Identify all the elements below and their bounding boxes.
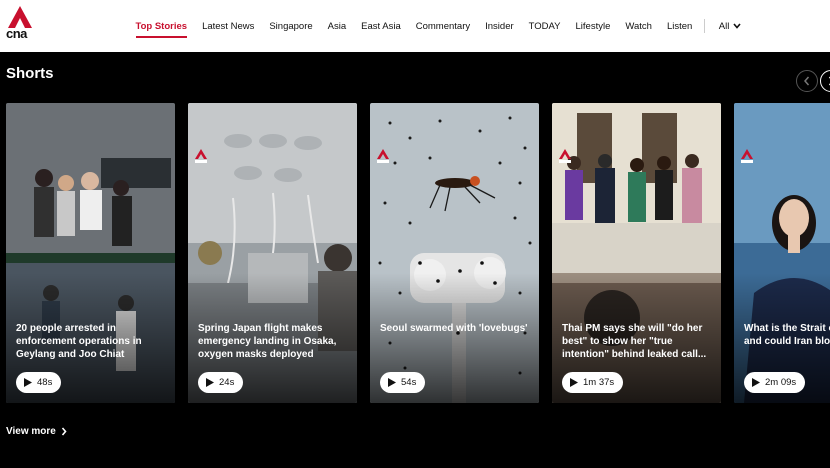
nav-east-asia[interactable]: East Asia xyxy=(361,0,401,52)
cna-logo-icon xyxy=(741,149,753,163)
duration-label: 24s xyxy=(219,377,235,388)
nav-today[interactable]: TODAY xyxy=(529,0,561,52)
play-button[interactable]: 48s xyxy=(16,372,62,393)
play-button[interactable]: 24s xyxy=(198,372,244,393)
nav-latest-news[interactable]: Latest News xyxy=(202,0,254,52)
short-card[interactable]: Thai PM says she will "do her best" to s… xyxy=(552,103,721,403)
nav-all-label: All xyxy=(718,20,730,32)
play-button[interactable]: 1m 37s xyxy=(562,372,624,393)
nav-divider xyxy=(703,19,705,33)
carousel-next-button[interactable] xyxy=(820,70,830,92)
play-icon xyxy=(752,378,760,387)
nav-all-dropdown[interactable]: All xyxy=(719,21,742,32)
duration-label: 54s xyxy=(401,377,417,388)
play-icon xyxy=(570,378,578,387)
nav-top-stories[interactable]: Top Stories xyxy=(135,0,187,52)
nav-commentary[interactable]: Commentary xyxy=(416,0,470,52)
play-icon xyxy=(24,378,32,387)
chevron-left-icon xyxy=(804,76,810,86)
cna-logo-icon xyxy=(195,149,207,163)
nav-lifestyle[interactable]: Lifestyle xyxy=(576,0,611,52)
shorts-carousel: 20 people arrested in enforcement operat… xyxy=(6,103,830,403)
card-title[interactable]: Spring Japan flight makes emergency land… xyxy=(198,322,349,361)
site-header: cna Top Stories Latest News Singapore As… xyxy=(0,0,830,52)
view-more-label: View more xyxy=(6,426,56,437)
carousel-prev-button[interactable] xyxy=(796,70,818,92)
nav-listen[interactable]: Listen xyxy=(667,0,692,52)
cna-logo-icon xyxy=(377,149,389,163)
cna-logo-icon xyxy=(559,149,571,163)
short-card[interactable]: 20 people arrested in enforcement operat… xyxy=(6,103,175,403)
chevron-down-icon xyxy=(733,23,741,29)
play-icon xyxy=(388,378,396,387)
card-title[interactable]: 20 people arrested in enforcement operat… xyxy=(16,322,167,361)
duration-label: 48s xyxy=(37,377,53,388)
nav-insider[interactable]: Insider xyxy=(485,0,514,52)
nav-watch[interactable]: Watch xyxy=(625,0,652,52)
play-button[interactable]: 2m 09s xyxy=(744,372,806,393)
nav-asia[interactable]: Asia xyxy=(328,0,346,52)
play-button[interactable]: 54s xyxy=(380,372,426,393)
view-more-link[interactable]: View more xyxy=(6,426,67,437)
card-title[interactable]: Thai PM says she will "do her best" to s… xyxy=(562,322,713,361)
duration-label: 2m 09s xyxy=(765,377,797,388)
chevron-right-icon xyxy=(61,427,67,436)
nav-singapore[interactable]: Singapore xyxy=(269,0,312,52)
main-nav: Top Stories Latest News Singapore Asia E… xyxy=(128,0,741,52)
duration-label: 1m 37s xyxy=(583,377,615,388)
logo-text: cna xyxy=(6,26,27,41)
section-title: Shorts xyxy=(6,65,54,82)
short-card[interactable]: Spring Japan flight makes emergency land… xyxy=(188,103,357,403)
card-title[interactable]: What is the Strait of Hormuz and could I… xyxy=(744,322,830,348)
short-card[interactable]: What is the Strait of Hormuz and could I… xyxy=(734,103,830,403)
play-icon xyxy=(206,378,214,387)
short-card[interactable]: Seoul swarmed with 'lovebugs' 54s xyxy=(370,103,539,403)
card-title[interactable]: Seoul swarmed with 'lovebugs' xyxy=(380,322,531,335)
